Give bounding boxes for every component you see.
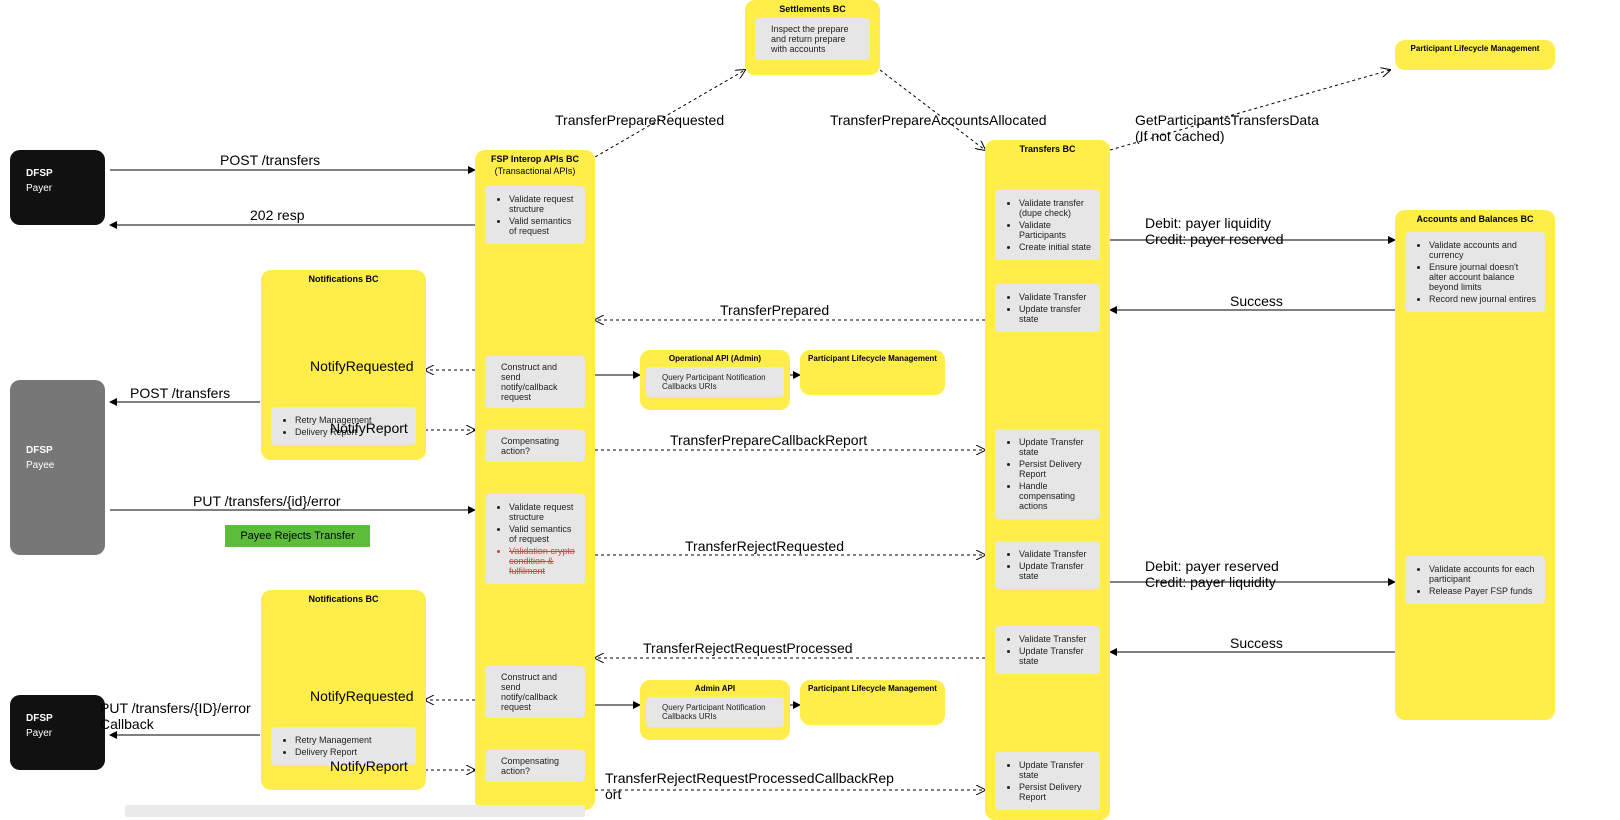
transfers-p4b: Update Transfer state — [1019, 561, 1092, 581]
dfsp-payee-t: DFSP — [10, 380, 105, 456]
notif1-title: Notifications BC — [261, 270, 426, 286]
accounts-p2b: Release Payer FSP funds — [1429, 586, 1537, 596]
label-debit-credit-2: Debit: payer reserved Credit: payer liqu… — [1145, 558, 1279, 590]
label-transfer-prepare-accounts-allocated: TransferPrepareAccountsAllocated — [830, 112, 1047, 128]
fsp-p4b: Valid semantics of request — [509, 524, 577, 544]
fsp-p2: Construct and send notify/callback reque… — [501, 362, 558, 402]
opapi2-p: Query Participant Notification Callbacks… — [662, 703, 766, 721]
settlements-bc-node: Settlements BC Inspect the prepare and r… — [745, 0, 880, 75]
accounts-p1a: Validate accounts and currency — [1429, 240, 1537, 260]
label-transfer-reject-callback-report: TransferRejectRequestProcessedCallbackRe… — [605, 770, 894, 802]
label-success-1: Success — [1230, 293, 1283, 309]
transfers-p2b: Update transfer state — [1019, 304, 1092, 324]
label-debit-credit-1: Debit: payer liquidity Credit: payer res… — [1145, 215, 1284, 247]
fsp-p4a: Validate request structure — [509, 502, 577, 522]
label-transfer-prepare-requested: TransferPrepareRequested — [555, 112, 724, 128]
fsp-p3: Compensating action? — [501, 436, 559, 456]
transfers-p1a: Validate transfer (dupe check) — [1019, 198, 1092, 218]
label-put-transfers-error: PUT /transfers/{id}/error — [193, 493, 341, 509]
fsp-title: FSP Interop APIs BC — [475, 150, 595, 166]
payee-rejects-badge: Payee Rejects Transfer — [225, 525, 370, 547]
label-transfer-prepared: TransferPrepared — [720, 302, 829, 318]
admin-api-node-2: Admin API Query Participant Notification… — [640, 680, 790, 740]
opapi2-title: Admin API — [640, 680, 790, 695]
opapi1-p: Query Participant Notification Callbacks… — [662, 373, 766, 391]
transfers-p3b: Persist Delivery Report — [1019, 459, 1092, 479]
label-post-transfers: POST /transfers — [220, 152, 320, 168]
label-transfer-prepare-callback: TransferPrepareCallbackReport — [670, 432, 867, 448]
notif2-a: Retry Management — [295, 735, 408, 745]
transfers-title: Transfers BC — [985, 140, 1110, 156]
label-notify-requested-1: NotifyRequested — [310, 358, 414, 374]
transfers-p6a: Update Transfer state — [1019, 760, 1092, 780]
transfers-p3a: Update Transfer state — [1019, 437, 1092, 457]
operational-api-node-1: Operational API (Admin) Query Participan… — [640, 350, 790, 410]
dfsp-payer-1-t: DFSP — [10, 150, 105, 179]
settlements-desc: Inspect the prepare and return prepare w… — [771, 24, 849, 54]
transfers-p3c: Handle compensating actions — [1019, 481, 1092, 511]
settlements-title: Settlements BC — [745, 0, 880, 16]
fsp-interop-node: FSP Interop APIs BC (Transactional APIs)… — [475, 150, 595, 810]
label-202-resp: 202 resp — [250, 207, 304, 223]
plm-tiny-title: Participant Lifecycle Management — [1395, 40, 1555, 55]
fsp-subtitle: (Transactional APIs) — [475, 166, 595, 180]
transfers-p4a: Validate Transfer — [1019, 549, 1092, 559]
accounts-p1c: Record new journal entires — [1429, 294, 1537, 304]
payee-rejects-text: Payee Rejects Transfer — [240, 530, 354, 542]
dfsp-payer-2-t: DFSP — [10, 695, 105, 724]
transfers-p5a: Validate Transfer — [1019, 634, 1092, 644]
accounts-p2a: Validate accounts for each participant — [1429, 564, 1537, 584]
label-transfer-reject-requested: TransferRejectRequested — [685, 538, 844, 554]
label-transfer-reject-processed: TransferRejectRequestProcessed — [643, 640, 853, 656]
dfsp-payer-node-1: DFSP Payer — [10, 150, 105, 225]
dfsp-payer-1-s: Payer — [10, 179, 105, 194]
transfers-p6b: Persist Delivery Report — [1019, 782, 1092, 802]
transfers-p2a: Validate Transfer — [1019, 292, 1092, 302]
label-notify-report-1: NotifyReport — [330, 420, 408, 436]
plm-node-2: Participant Lifecycle Management — [800, 680, 945, 725]
plm-tiny-node: Participant Lifecycle Management — [1395, 40, 1555, 70]
fsp-p5: Construct and send notify/callback reque… — [501, 672, 558, 712]
label-post-transfers-payee: POST /transfers — [130, 385, 230, 401]
plm2-title: Participant Lifecycle Management — [800, 680, 945, 695]
fsp-p4c: Validation crypto condition & fulfilment — [509, 546, 577, 576]
dfsp-payee-node: DFSP Payee — [10, 380, 105, 555]
transfers-bc-node: Transfers BC Validate transfer (dupe che… — [985, 140, 1110, 820]
dfsp-payer-2-s: Payer — [10, 724, 105, 739]
transfers-p5b: Update Transfer state — [1019, 646, 1092, 666]
label-put-callback: PUT /transfers/{ID}/error Callback — [100, 700, 251, 732]
dfsp-payee-s: Payee — [10, 456, 105, 471]
notif2-b: Delivery Report — [295, 747, 408, 757]
plm-node-1: Participant Lifecycle Management — [800, 350, 945, 395]
accounts-title: Accounts and Balances BC — [1395, 210, 1555, 226]
footer-bar — [125, 805, 585, 817]
transfers-p1c: Create initial state — [1019, 242, 1092, 252]
accounts-p1b: Ensure journal doesn't alter account bal… — [1429, 262, 1537, 292]
fsp-p6: Compensating action? — [501, 756, 559, 776]
transfers-p1b: Validate Participants — [1019, 220, 1092, 240]
label-notify-report-2: NotifyReport — [330, 758, 408, 774]
label-get-participants-data: GetParticipantsTransfersData (If not cac… — [1135, 112, 1319, 144]
accounts-bc-node: Accounts and Balances BC Validate accoun… — [1395, 210, 1555, 720]
plm1-title: Participant Lifecycle Management — [800, 350, 945, 365]
label-success-2: Success — [1230, 635, 1283, 651]
fsp-p1a: Validate request structure — [509, 194, 577, 214]
notif2-title: Notifications BC — [261, 590, 426, 606]
label-notify-requested-2: NotifyRequested — [310, 688, 414, 704]
fsp-p1b: Valid semantics of request — [509, 216, 577, 236]
opapi1-title: Operational API (Admin) — [640, 350, 790, 365]
dfsp-payer-node-2: DFSP Payer — [10, 695, 105, 770]
